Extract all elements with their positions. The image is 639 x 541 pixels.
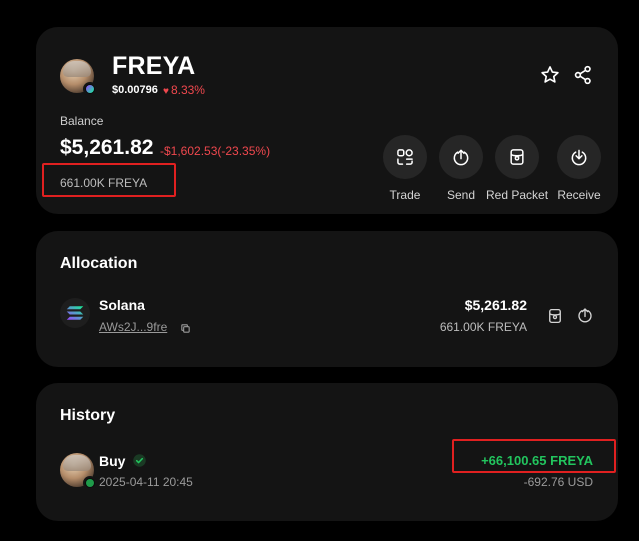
send-icon: [439, 135, 483, 179]
highlight-box: [452, 439, 616, 473]
token-price-change: ♥ 8.33%: [163, 83, 205, 97]
star-icon[interactable]: [539, 64, 561, 86]
send-icon[interactable]: [576, 306, 594, 324]
send-label: Send: [446, 188, 476, 202]
receive-button[interactable]: Receive: [548, 135, 610, 202]
solana-chain-badge-icon: [83, 82, 97, 96]
allocation-address-link[interactable]: AWs2J...9fre: [99, 320, 167, 334]
history-type: Buy: [99, 453, 126, 469]
balance-label: Balance: [60, 114, 104, 128]
red-packet-icon: [495, 135, 539, 179]
share-icon[interactable]: [572, 64, 594, 86]
history-title: History: [60, 407, 116, 424]
allocation-title: Allocation: [60, 255, 138, 272]
success-badge-icon: [83, 476, 97, 490]
trade-button[interactable]: Trade: [374, 135, 436, 202]
history-time: 2025-04-11 20:45: [99, 475, 193, 489]
allocation-token-amount: 661.00K FREYA: [439, 320, 527, 334]
history-token-avatar: [60, 453, 97, 490]
check-icon: [132, 453, 147, 468]
trade-label: Trade: [389, 188, 421, 202]
trade-icon: [383, 135, 427, 179]
solana-icon: [60, 298, 90, 328]
balance-value: $5,261.82: [60, 136, 154, 159]
highlight-box: [42, 163, 176, 197]
red-packet-button[interactable]: Red Packet: [486, 135, 548, 202]
receive-label: Receive: [557, 188, 601, 202]
receive-icon: [557, 135, 601, 179]
token-change-value: 8.33%: [170, 83, 205, 97]
allocation-card: Allocation Solana AWs2J...9fre $5,261.82…: [36, 231, 618, 367]
red-packet-label: Red Packet: [486, 188, 549, 202]
token-name: FREYA: [112, 52, 196, 80]
token-avatar: [60, 59, 97, 96]
allocation-chain-name: Solana: [99, 297, 145, 313]
send-button[interactable]: Send: [430, 135, 492, 202]
copy-icon[interactable]: [180, 321, 191, 333]
down-heart-icon: ♥: [163, 86, 169, 97]
allocation-value: $5,261.82: [464, 297, 527, 313]
history-usd-value: -692.76 USD: [523, 475, 593, 489]
red-packet-icon[interactable]: [546, 307, 564, 325]
balance-change: -$1,602.53(-23.35%): [160, 144, 271, 158]
token-price: $0.00796: [112, 84, 158, 96]
history-card: History Buy 2025-04-11 20:45 +66,100.65 …: [36, 383, 618, 521]
token-card: FREYA $0.00796 ♥ 8.33% Balance $5,261.82 …: [36, 27, 618, 214]
